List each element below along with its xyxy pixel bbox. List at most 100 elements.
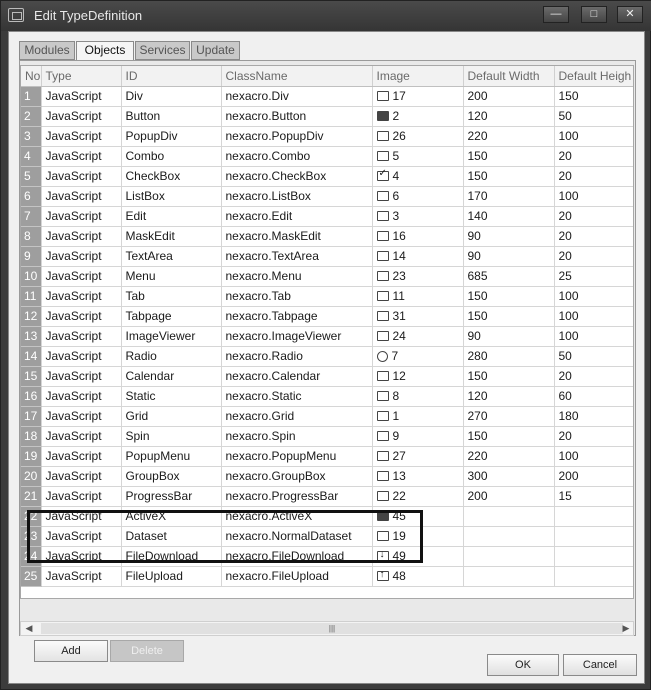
cell-id[interactable]: Menu (121, 266, 222, 287)
cell-default-width[interactable] (463, 566, 555, 587)
cell-classname[interactable]: nexacro.Tabpage (221, 306, 373, 327)
header-classname[interactable]: ClassName (221, 66, 373, 87)
header-default-height[interactable]: Default Heigh (554, 66, 633, 87)
cell-default-width[interactable]: 200 (463, 486, 555, 507)
cell-image[interactable]: 24 (372, 326, 464, 347)
cell-classname[interactable]: nexacro.Grid (221, 406, 373, 427)
cell-classname[interactable]: nexacro.Div (221, 86, 373, 107)
cell-default-width[interactable]: 150 (463, 366, 555, 387)
cell-type[interactable]: JavaScript (41, 266, 122, 287)
cell-classname[interactable]: nexacro.MaskEdit (221, 226, 373, 247)
header-default-width[interactable]: Default Width (463, 66, 555, 87)
cell-id[interactable]: ImageViewer (121, 326, 222, 347)
cell-default-width[interactable]: 300 (463, 466, 555, 487)
cell-image[interactable]: 5 (372, 146, 464, 167)
cell-default-height[interactable]: 20 (554, 246, 633, 267)
minimize-button[interactable]: — (543, 6, 569, 23)
cell-type[interactable]: JavaScript (41, 566, 122, 587)
cell-id[interactable]: Button (121, 106, 222, 127)
header-id[interactable]: ID (121, 66, 222, 87)
cell-default-width[interactable]: 150 (463, 286, 555, 307)
row-number[interactable]: 1 (21, 86, 42, 107)
cell-id[interactable]: Combo (121, 146, 222, 167)
cell-type[interactable]: JavaScript (41, 446, 122, 467)
cell-classname[interactable]: nexacro.PopupMenu (221, 446, 373, 467)
header-type[interactable]: Type (41, 66, 122, 87)
cell-default-height[interactable]: 100 (554, 186, 633, 207)
cell-classname[interactable]: nexacro.Static (221, 386, 373, 407)
cell-classname[interactable]: nexacro.ImageViewer (221, 326, 373, 347)
cell-id[interactable]: Div (121, 86, 222, 107)
cell-default-height[interactable]: 100 (554, 286, 633, 307)
row-number[interactable]: 13 (21, 326, 42, 347)
cell-id[interactable]: GroupBox (121, 466, 222, 487)
cell-classname[interactable]: nexacro.TextArea (221, 246, 373, 267)
cell-type[interactable]: JavaScript (41, 166, 122, 187)
cell-default-height[interactable]: 100 (554, 446, 633, 467)
table-row[interactable]: 14 JavaScript Radio nexacro.Radio 7 280 50 (21, 346, 633, 367)
row-number[interactable]: 4 (21, 146, 42, 167)
cell-image[interactable]: 11 (372, 286, 464, 307)
cell-type[interactable]: JavaScript (41, 246, 122, 267)
table-row[interactable]: 8 JavaScript MaskEdit nexacro.MaskEdit 16 90 2… (21, 226, 633, 247)
cell-default-height[interactable]: 50 (554, 106, 633, 127)
cell-default-height[interactable] (554, 566, 633, 587)
cell-type[interactable]: JavaScript (41, 206, 122, 227)
table-row[interactable]: 6 JavaScript ListBox nexacro.ListBox 6 170 100 (21, 186, 633, 207)
row-number[interactable]: 17 (21, 406, 42, 427)
row-number[interactable]: 16 (21, 386, 42, 407)
row-number[interactable]: 11 (21, 286, 42, 307)
cell-image[interactable]: 48 (372, 566, 464, 587)
cell-default-height[interactable]: 150 (554, 86, 633, 107)
scroll-right-icon[interactable]: ▶ (619, 622, 633, 635)
cell-classname[interactable]: nexacro.FileUpload (221, 566, 373, 587)
cell-image[interactable]: 16 (372, 226, 464, 247)
cell-id[interactable]: Calendar (121, 366, 222, 387)
cell-classname[interactable]: nexacro.Radio (221, 346, 373, 367)
cell-classname[interactable]: nexacro.GroupBox (221, 466, 373, 487)
cell-type[interactable]: JavaScript (41, 486, 122, 507)
cell-default-height[interactable] (554, 506, 633, 527)
cell-id[interactable]: Spin (121, 426, 222, 447)
scroll-left-icon[interactable]: ◀ (22, 622, 36, 635)
cell-image[interactable]: 17 (372, 86, 464, 107)
cell-default-width[interactable]: 140 (463, 206, 555, 227)
row-number[interactable]: 21 (21, 486, 42, 507)
cell-default-width[interactable]: 150 (463, 166, 555, 187)
table-row[interactable]: 1 JavaScript Div nexacro.Div 17 200 150 (21, 86, 633, 107)
table-row[interactable]: 17 JavaScript Grid nexacro.Grid 1 270 180 (21, 406, 633, 427)
cell-default-height[interactable]: 15 (554, 486, 633, 507)
cell-default-width[interactable]: 685 (463, 266, 555, 287)
ok-button[interactable]: OK (487, 654, 559, 676)
add-button[interactable]: Add (34, 640, 108, 662)
cell-type[interactable]: JavaScript (41, 226, 122, 247)
cell-image[interactable]: 31 (372, 306, 464, 327)
cell-type[interactable]: JavaScript (41, 106, 122, 127)
cell-id[interactable]: Tab (121, 286, 222, 307)
cell-id[interactable]: Edit (121, 206, 222, 227)
cell-type[interactable]: JavaScript (41, 186, 122, 207)
cell-default-width[interactable] (463, 526, 555, 547)
cell-id[interactable]: CheckBox (121, 166, 222, 187)
maximize-button[interactable]: □ (581, 6, 607, 23)
cell-image[interactable]: 8 (372, 386, 464, 407)
tab-modules[interactable]: Modules (19, 41, 75, 60)
table-row[interactable]: 7 JavaScript Edit nexacro.Edit 3 140 20 (21, 206, 633, 227)
cell-default-width[interactable]: 200 (463, 86, 555, 107)
cell-image[interactable]: 13 (372, 466, 464, 487)
cell-id[interactable]: PopupDiv (121, 126, 222, 147)
cell-default-height[interactable]: 100 (554, 326, 633, 347)
cell-classname[interactable]: nexacro.Combo (221, 146, 373, 167)
cell-type[interactable]: JavaScript (41, 466, 122, 487)
cell-default-height[interactable]: 60 (554, 386, 633, 407)
cell-default-height[interactable]: 20 (554, 366, 633, 387)
row-number[interactable]: 2 (21, 106, 42, 127)
cell-image[interactable]: 2 (372, 106, 464, 127)
cell-classname[interactable]: nexacro.Button (221, 106, 373, 127)
cell-default-height[interactable] (554, 546, 633, 567)
cell-default-width[interactable] (463, 546, 555, 567)
row-number[interactable]: 15 (21, 366, 42, 387)
cell-image[interactable]: 27 (372, 446, 464, 467)
cell-id[interactable]: ListBox (121, 186, 222, 207)
table-row[interactable]: 20 JavaScript GroupBox nexacro.GroupBox 13 30… (21, 466, 633, 487)
